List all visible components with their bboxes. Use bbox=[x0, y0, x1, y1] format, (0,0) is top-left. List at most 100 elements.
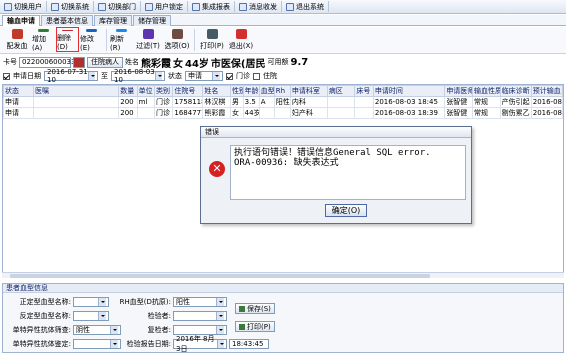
horizontal-scrollbar[interactable] bbox=[2, 272, 564, 278]
delete-button[interactable]: 删除(D) bbox=[56, 27, 79, 52]
refresh-button[interactable]: 刷新(R) bbox=[110, 27, 133, 52]
to-label: 至 bbox=[101, 72, 108, 80]
table-row[interactable]: 申请 200 门诊 1684777 熊彩霞女 44岁 妇产科 2016-08-03 18:39… bbox=[3, 107, 564, 119]
filter-icon bbox=[142, 29, 154, 39]
switch-user-button[interactable]: 切换用户 bbox=[2, 1, 47, 12]
scrollbar-thumb[interactable] bbox=[10, 274, 430, 278]
toolbar: 配发血 增加(A) 删除(D) 修改(E) 刷新(R) 过滤(T) 选项(O) … bbox=[0, 27, 566, 54]
reverse-type-select[interactable] bbox=[73, 311, 109, 321]
column-header[interactable]: 申请科室 bbox=[289, 85, 328, 97]
inpatient-checkbox[interactable] bbox=[253, 72, 260, 80]
save-button[interactable]: 保存(S) bbox=[235, 303, 275, 314]
column-header[interactable]: 住院号 bbox=[172, 85, 204, 97]
table-cell: 张智健 bbox=[444, 96, 473, 108]
table-cell: 内科 bbox=[289, 96, 328, 108]
column-header[interactable]: 数量 bbox=[118, 85, 138, 97]
patient-age: 44岁 bbox=[185, 58, 209, 70]
chevron-down-icon bbox=[216, 298, 224, 306]
column-header[interactable]: 病区 bbox=[326, 85, 356, 97]
switch-department-button[interactable]: 切换部门 bbox=[96, 1, 141, 12]
report-icon bbox=[192, 2, 200, 11]
department-icon bbox=[98, 2, 106, 11]
column-header[interactable]: 医嘱 bbox=[32, 85, 120, 97]
column-header[interactable]: 床号 bbox=[354, 85, 374, 97]
card-number-input[interactable]: 0220006000331 bbox=[19, 56, 80, 68]
column-header[interactable]: 预计输血日 bbox=[530, 85, 564, 97]
print-icon bbox=[239, 323, 245, 330]
column-header[interactable]: 状态 bbox=[3, 85, 34, 97]
table-cell: 2016-08-03 18:39 bbox=[372, 107, 446, 119]
inspector-select[interactable] bbox=[173, 311, 227, 321]
report-time-input[interactable]: 18:43:45 bbox=[229, 339, 269, 349]
ok-button[interactable]: 确定(O) bbox=[325, 204, 367, 217]
edit-button[interactable]: 修改(E) bbox=[80, 27, 103, 52]
table-cell bbox=[326, 96, 356, 108]
date-to-picker[interactable]: 2016-08-03 10 bbox=[111, 68, 165, 84]
chevron-down-icon bbox=[216, 326, 224, 334]
error-dialog: 错误 ✕ 执行语句错误！错误信息General SQL error. ORA-0… bbox=[200, 126, 472, 224]
card-label: 卡号 bbox=[3, 58, 17, 66]
table-cell: ml bbox=[136, 96, 155, 108]
column-header[interactable]: Rh bbox=[273, 85, 291, 97]
column-header[interactable]: 姓名 bbox=[202, 85, 231, 97]
refresh-icon bbox=[116, 29, 127, 32]
column-header[interactable]: 性别 bbox=[230, 85, 244, 97]
message-button[interactable]: 消息收发 bbox=[237, 1, 282, 12]
column-header[interactable]: 血型 bbox=[258, 85, 275, 97]
exit-button[interactable]: 退出(X) bbox=[227, 27, 255, 52]
table-cell bbox=[258, 107, 275, 119]
tab-blood-request[interactable]: 输血申请 bbox=[2, 15, 40, 26]
column-header[interactable]: 类别 bbox=[153, 85, 174, 97]
dispense-blood-button[interactable]: 配发血 bbox=[3, 27, 31, 52]
forward-type-select[interactable] bbox=[73, 297, 109, 307]
system-icon bbox=[51, 2, 59, 11]
table-row[interactable]: 申请 200 ml 门诊 1758118 林汉棋男 3.5 A 阳性 内科 2016-08-03 1… bbox=[3, 96, 564, 108]
table-cell: 林汉棋 bbox=[202, 96, 231, 108]
column-header[interactable]: 申请医师 bbox=[444, 85, 473, 97]
print-button[interactable]: 打印(P) bbox=[198, 27, 226, 52]
table-cell: 产伤引起 bbox=[499, 96, 532, 108]
report-date-picker[interactable]: 2016年 8月 3日 bbox=[173, 335, 227, 353]
balance-label: 可用额 bbox=[267, 58, 289, 66]
table-cell: 门诊 bbox=[153, 107, 174, 119]
column-header[interactable]: 临床诊断 bbox=[499, 85, 532, 97]
column-header[interactable]: 单位 bbox=[136, 85, 155, 97]
switch-system-button[interactable]: 切换系统 bbox=[49, 1, 94, 12]
add-button[interactable]: 增加(A) bbox=[32, 27, 55, 52]
error-line-2: ORA-00936: 缺失表达式 bbox=[234, 158, 339, 168]
forward-type-field: 正定型血型名称: bbox=[7, 297, 109, 307]
error-message: 执行语句错误！错误信息General SQL error. ORA-00936:… bbox=[230, 145, 466, 200]
column-header[interactable]: 年龄 bbox=[242, 85, 260, 97]
name-label: 姓名 bbox=[125, 58, 139, 66]
date-from-picker[interactable]: 2016-07-31 10 bbox=[44, 68, 98, 84]
column-header[interactable]: 申请时间 bbox=[372, 85, 446, 97]
tab-patient-info[interactable]: 患者基本信息 bbox=[41, 15, 93, 26]
user-lock-button[interactable]: 用户锁定 bbox=[143, 1, 188, 12]
tab-inventory[interactable]: 库存管理 bbox=[94, 15, 132, 26]
exit-system-button[interactable]: 退出系统 bbox=[284, 1, 329, 12]
table-cell: 女 bbox=[230, 107, 244, 119]
card-reader-icon[interactable] bbox=[73, 56, 85, 68]
antibody-identify-select[interactable] bbox=[73, 339, 121, 349]
antibody-screen-select[interactable]: 阴性 bbox=[73, 325, 121, 335]
edit-icon bbox=[86, 29, 97, 32]
table-cell bbox=[273, 107, 291, 119]
chevron-down-icon bbox=[98, 312, 106, 320]
rh-select[interactable]: 阳性 bbox=[173, 297, 227, 307]
outpatient-label: 门诊 bbox=[236, 72, 250, 80]
date-filter-checkbox[interactable] bbox=[3, 72, 10, 80]
tab-storage[interactable]: 储存管理 bbox=[133, 15, 171, 26]
inpatient-button[interactable]: 住院病人 bbox=[87, 56, 123, 68]
filter-button[interactable]: 过滤(T) bbox=[134, 27, 162, 52]
integrated-report-button[interactable]: 集成报表 bbox=[190, 1, 235, 12]
print-record-button[interactable]: 打印(P) bbox=[235, 321, 275, 332]
user-icon bbox=[4, 2, 12, 11]
table-cell: 常规 bbox=[471, 107, 501, 119]
dialog-title: 错误 bbox=[201, 127, 471, 138]
table-cell: 申请 bbox=[3, 96, 34, 108]
outpatient-checkbox[interactable] bbox=[226, 72, 233, 80]
options-button[interactable]: 选项(O) bbox=[163, 27, 191, 52]
status-select[interactable]: 申请 bbox=[185, 71, 223, 81]
blood-bag-icon bbox=[11, 29, 23, 39]
column-header[interactable]: 输血性质 bbox=[471, 85, 501, 97]
